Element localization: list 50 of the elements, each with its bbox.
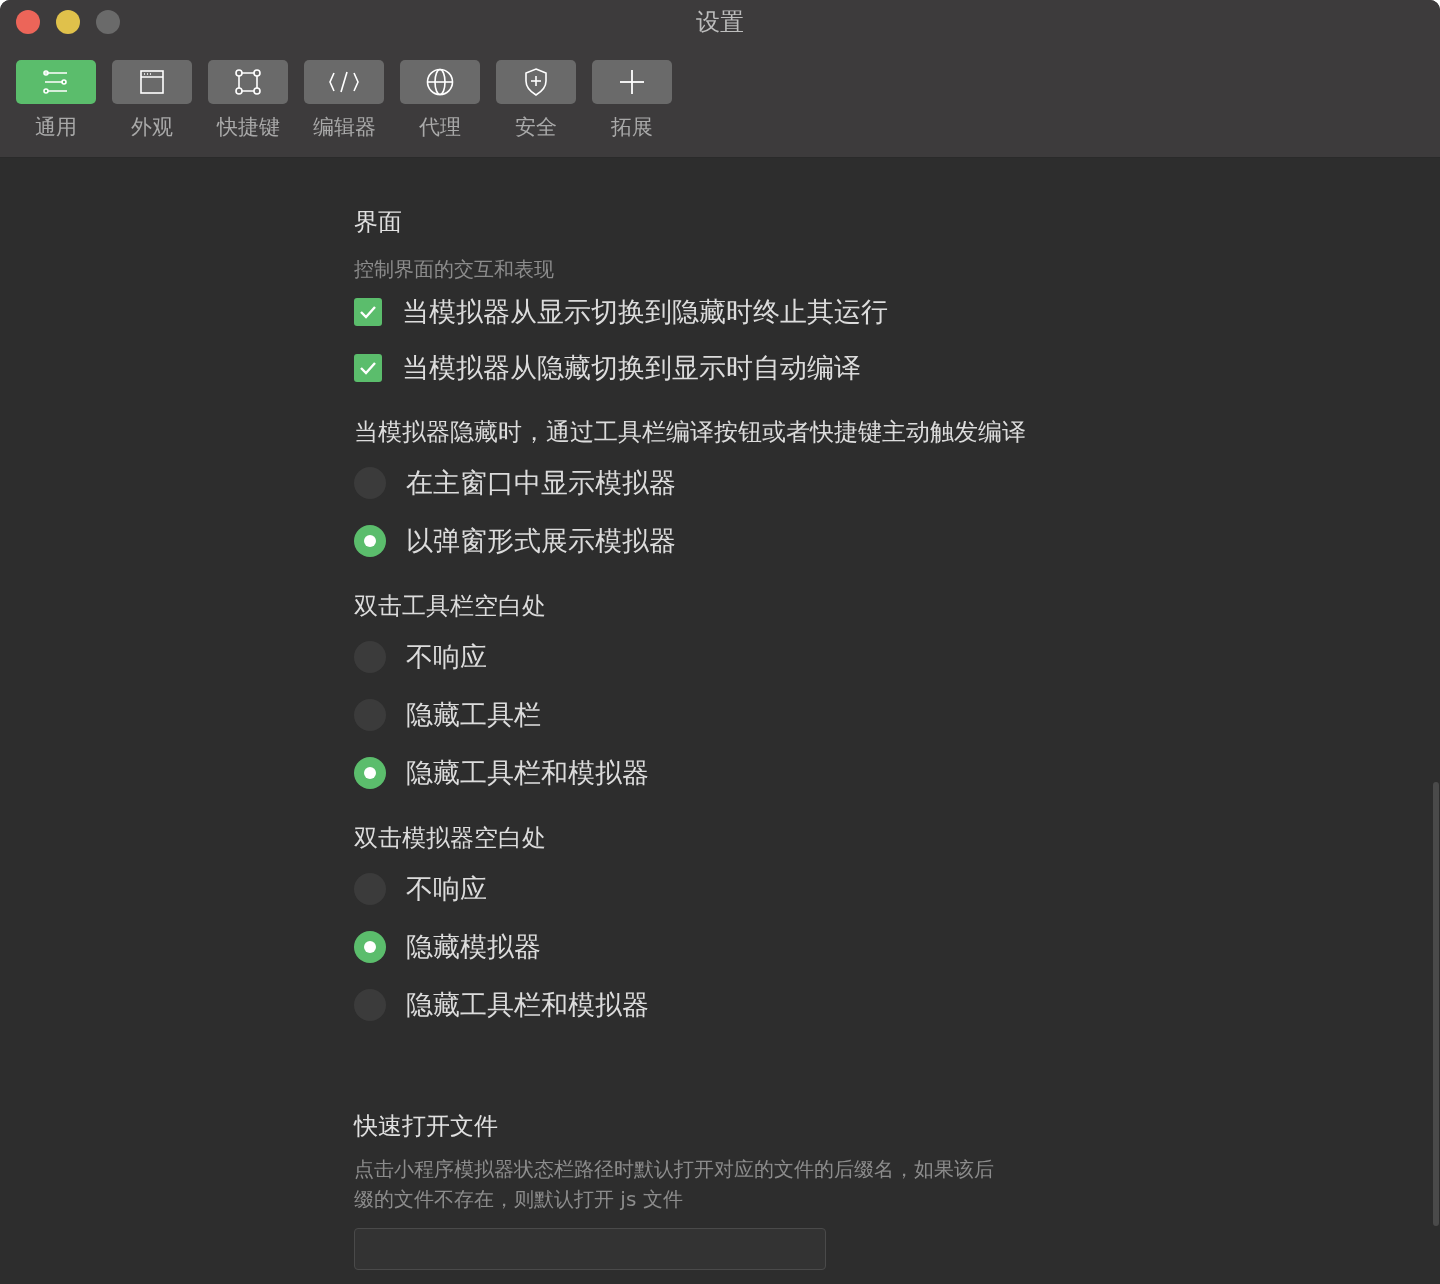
radio-button[interactable] <box>354 525 386 557</box>
radio-label[interactable]: 隐藏工具栏和模拟器 <box>406 987 649 1023</box>
toolbar-tab-button[interactable] <box>304 60 384 104</box>
checkbox[interactable] <box>354 354 382 382</box>
tab-label[interactable]: 拓展 <box>611 113 653 141</box>
zoom-button[interactable] <box>96 10 120 34</box>
section-title: 界面 <box>354 207 403 238</box>
input-field[interactable] <box>354 1228 826 1270</box>
toolbar-tab-button[interactable] <box>592 60 672 104</box>
tab-label[interactable]: 通用 <box>35 113 77 141</box>
toolbar-tab-button[interactable] <box>208 60 288 104</box>
tab-label[interactable]: 代理 <box>419 113 461 141</box>
minimize-button[interactable] <box>56 10 80 34</box>
toolbar-tab-button[interactable] <box>400 60 480 104</box>
radio-button[interactable] <box>354 931 386 963</box>
radio-label[interactable]: 隐藏工具栏 <box>406 697 541 733</box>
option-group-label: 双击模拟器空白处 <box>354 823 547 854</box>
checkbox-label[interactable]: 当模拟器从显示切换到隐藏时终止其运行 <box>402 294 888 330</box>
radio-label[interactable]: 隐藏模拟器 <box>406 929 541 965</box>
section-description: 点击小程序模拟器状态栏路径时默认打开对应的文件的后缀名，如果该后缀的文件不存在，则默认打开 js 文件 <box>354 1156 995 1213</box>
radio-label[interactable]: 以弹窗形式展示模拟器 <box>406 523 676 559</box>
radio-label[interactable]: 不响应 <box>406 639 487 675</box>
tab-label[interactable]: 外观 <box>131 113 173 141</box>
checkbox-label[interactable]: 当模拟器从隐藏切换到显示时自动编译 <box>402 350 861 386</box>
command-key-icon <box>235 69 261 95</box>
checkmark-icon <box>359 361 377 375</box>
checkmark-icon <box>359 305 377 319</box>
plus-icon <box>619 69 645 95</box>
window-icon <box>140 70 164 94</box>
radio-label[interactable]: 隐藏工具栏和模拟器 <box>406 755 649 791</box>
sliders-icon <box>43 70 69 94</box>
option-group-label: 当模拟器隐藏时，通过工具栏编译按钮或者快捷键主动触发编译 <box>354 417 1027 448</box>
window-title: 设置 <box>696 7 744 38</box>
code-icon <box>328 70 360 94</box>
toolbar-tab-button[interactable] <box>112 60 192 104</box>
shield-plus-icon <box>524 68 548 96</box>
radio-label[interactable]: 在主窗口中显示模拟器 <box>406 465 676 501</box>
section-title: 快速打开文件 <box>354 1111 499 1142</box>
close-button[interactable] <box>16 10 40 34</box>
radio-button[interactable] <box>354 757 386 789</box>
checkbox[interactable] <box>354 298 382 326</box>
tab-label[interactable]: 编辑器 <box>312 113 376 141</box>
radio-label[interactable]: 不响应 <box>406 871 487 907</box>
toolbar-tab-button[interactable] <box>496 60 576 104</box>
option-group-label: 双击工具栏空白处 <box>354 591 547 622</box>
section-description: 控制界面的交互和表现 <box>354 256 555 283</box>
tab-label[interactable]: 快捷键 <box>216 113 280 141</box>
tab-label[interactable]: 安全 <box>515 113 557 141</box>
globe-icon <box>426 68 454 96</box>
scrollbar-thumb[interactable] <box>1433 782 1439 1226</box>
